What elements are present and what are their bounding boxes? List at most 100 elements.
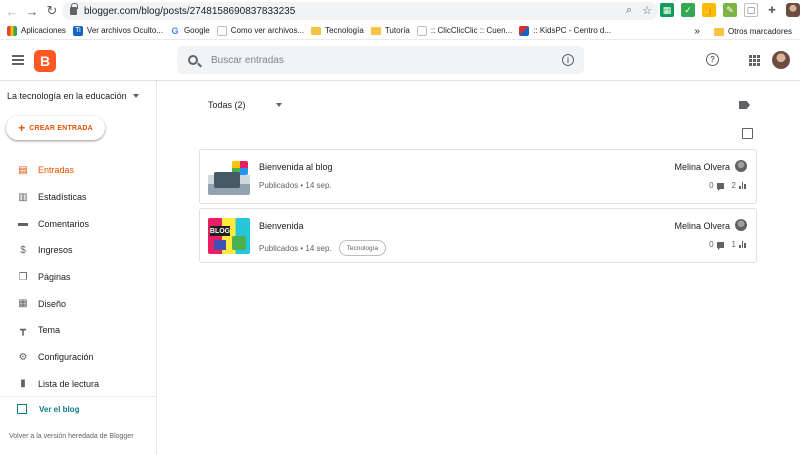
views-icon <box>739 241 746 248</box>
chevron-down-icon <box>132 94 139 98</box>
green-extension-icon[interactable]: ✓ <box>681 3 695 17</box>
sidebar-item-diseno[interactable]: ▦ Diseño <box>0 290 157 317</box>
bookmark-apps[interactable]: Aplicaciones <box>7 25 66 36</box>
google-apps-icon[interactable] <box>749 55 760 66</box>
info-icon[interactable]: i <box>562 54 574 66</box>
bookmark-como-ver[interactable]: Como ver archivos... <box>216 25 304 36</box>
view-count: 2 <box>731 181 736 190</box>
theme-icon: ┳ <box>19 324 27 336</box>
blogger-logo[interactable]: B <box>34 50 56 72</box>
sidebar-item-estadisticas[interactable]: ▥ Estadísticas <box>0 184 157 211</box>
post-status: Publicados • 14 sep. <box>259 181 332 190</box>
search-icon[interactable] <box>188 55 198 65</box>
posts-filter-dropdown[interactable]: Todas (2) <box>208 100 282 110</box>
comment-count: 0 <box>709 240 714 249</box>
post-stats: 0 2 <box>709 181 746 191</box>
account-avatar[interactable] <box>772 51 790 69</box>
bookmarks-bar: Aplicaciones Ti Ver archivos Oculto... G… <box>0 22 800 40</box>
post-row[interactable]: Bienvenida al blog Publicados • 14 sep. … <box>199 149 757 204</box>
app-header: B i ? <box>0 40 800 81</box>
back-icon[interactable]: ← <box>4 3 20 19</box>
dollar-icon: $ <box>20 244 26 256</box>
author-avatar <box>735 219 747 231</box>
sidebar-item-entradas[interactable]: ▤ Entradas <box>0 157 157 184</box>
sidebar-nav: ▤ Entradas ▥ Estadísticas ▬ Comentarios … <box>0 157 157 397</box>
pencil-extension-icon[interactable]: ✎ <box>723 3 737 17</box>
sidebar-item-configuracion[interactable]: ⚙ Configuración <box>0 344 157 371</box>
comment-count: 0 <box>709 181 714 190</box>
label-icon[interactable] <box>739 101 750 109</box>
google-icon: G <box>171 25 179 36</box>
blog-name: La tecnología en la educación <box>7 91 127 101</box>
url-text[interactable]: blogger.com/blog/posts/27481586908378332… <box>84 6 295 17</box>
posts-icon: ▤ <box>18 164 28 176</box>
sidebar-item-tema[interactable]: ┳ Tema <box>0 317 157 344</box>
comment-icon <box>716 182 724 191</box>
comment-icon <box>716 241 724 250</box>
profile-avatar[interactable] <box>786 3 800 17</box>
author-avatar <box>735 160 747 172</box>
post-title[interactable]: Bienvenida al blog <box>259 162 333 172</box>
post-title[interactable]: Bienvenida <box>259 221 304 231</box>
puzzle-extension-icon[interactable]: ✚ <box>765 3 779 17</box>
bookmark-kidspc[interactable]: :: KidsPC - Centro d... <box>519 25 611 36</box>
folder-icon <box>370 26 381 35</box>
bookmark-ver-archivos[interactable]: Ti Ver archivos Oculto... <box>72 25 163 36</box>
lock-icon <box>70 3 78 15</box>
view-count: 1 <box>731 240 736 249</box>
bookmark-tecnologia[interactable]: Tecnología <box>311 26 364 35</box>
gear-icon: ⚙ <box>18 351 28 363</box>
reload-icon[interactable]: ↻ <box>44 3 60 19</box>
sidebar-item-paginas[interactable]: ❐ Páginas <box>0 264 157 291</box>
post-author: Melina Olvera <box>674 221 730 231</box>
forward-icon[interactable]: → <box>24 3 40 19</box>
page-icon <box>416 25 427 36</box>
kidspc-icon <box>519 25 530 36</box>
bookmark-google[interactable]: G Google <box>170 25 209 36</box>
select-all-checkbox[interactable] <box>742 128 753 139</box>
pages-icon: ❐ <box>18 271 28 283</box>
folder-icon <box>311 26 322 35</box>
label-chip[interactable]: Tecnología <box>338 240 387 256</box>
blog-selector[interactable]: La tecnología en la educación <box>7 91 139 101</box>
layout-icon: ▦ <box>18 298 28 310</box>
chevron-down-icon <box>275 103 282 107</box>
bookmark-clicclicclic[interactable]: :: ClicClicClic :: Cuen... <box>416 25 512 36</box>
more-bookmarks-icon[interactable]: » <box>694 26 700 37</box>
search-input[interactable] <box>211 54 541 66</box>
stats-icon: ▥ <box>18 191 28 203</box>
sidebar-item-ingresos[interactable]: $ Ingresos <box>0 237 157 264</box>
bookmark-icon: ▮ <box>20 378 26 390</box>
create-post-button[interactable]: + CREAR ENTRADA <box>6 116 105 140</box>
post-stats: 0 1 <box>709 240 746 250</box>
post-author: Melina Olvera <box>674 162 730 172</box>
post-thumbnail: BLOG <box>208 218 250 254</box>
bookmark-tutoria[interactable]: Tutoría <box>370 26 410 35</box>
page-icon <box>216 25 227 36</box>
post-row[interactable]: BLOG Bienvenida Publicados • 14 sep. Tec… <box>199 208 757 263</box>
other-bookmarks[interactable]: Otros marcadores <box>728 27 792 36</box>
thumb-extension-icon[interactable]: 👍 <box>702 3 716 17</box>
posts-main: Todas (2) Bienvenida al blog Publicados … <box>157 81 800 455</box>
menu-icon[interactable] <box>12 55 24 65</box>
star-icon[interactable]: ☆ <box>642 4 652 17</box>
comments-icon: ▬ <box>18 218 28 230</box>
search-bar[interactable]: i <box>177 46 584 74</box>
sidebar-item-comentarios[interactable]: ▬ Comentarios <box>0 210 157 237</box>
sidebar-item-lista-lectura[interactable]: ▮ Lista de lectura <box>0 371 157 398</box>
post-thumbnail <box>208 159 250 195</box>
zoom-icon[interactable]: ⌕ <box>626 4 632 17</box>
view-blog-link[interactable]: Ver el blog <box>17 404 79 414</box>
post-status: Publicados • 14 sep. Tecnología <box>259 240 387 256</box>
open-external-icon <box>17 404 27 414</box>
screen-extension-icon[interactable]: ▢ <box>744 3 758 17</box>
help-icon[interactable]: ? <box>706 53 719 66</box>
sidebar: La tecnología en la educación + CREAR EN… <box>0 81 157 455</box>
folder-icon <box>713 27 724 36</box>
apps-icon <box>7 25 17 36</box>
sheets-extension-icon[interactable]: ▦ <box>660 3 674 17</box>
address-bar[interactable]: blogger.com/blog/posts/27481586908378332… <box>62 2 658 20</box>
ti-icon: Ti <box>72 25 83 36</box>
legacy-blogger-link[interactable]: Volver a la versión heredada de Blogger <box>9 432 134 441</box>
sidebar-divider <box>0 396 157 397</box>
